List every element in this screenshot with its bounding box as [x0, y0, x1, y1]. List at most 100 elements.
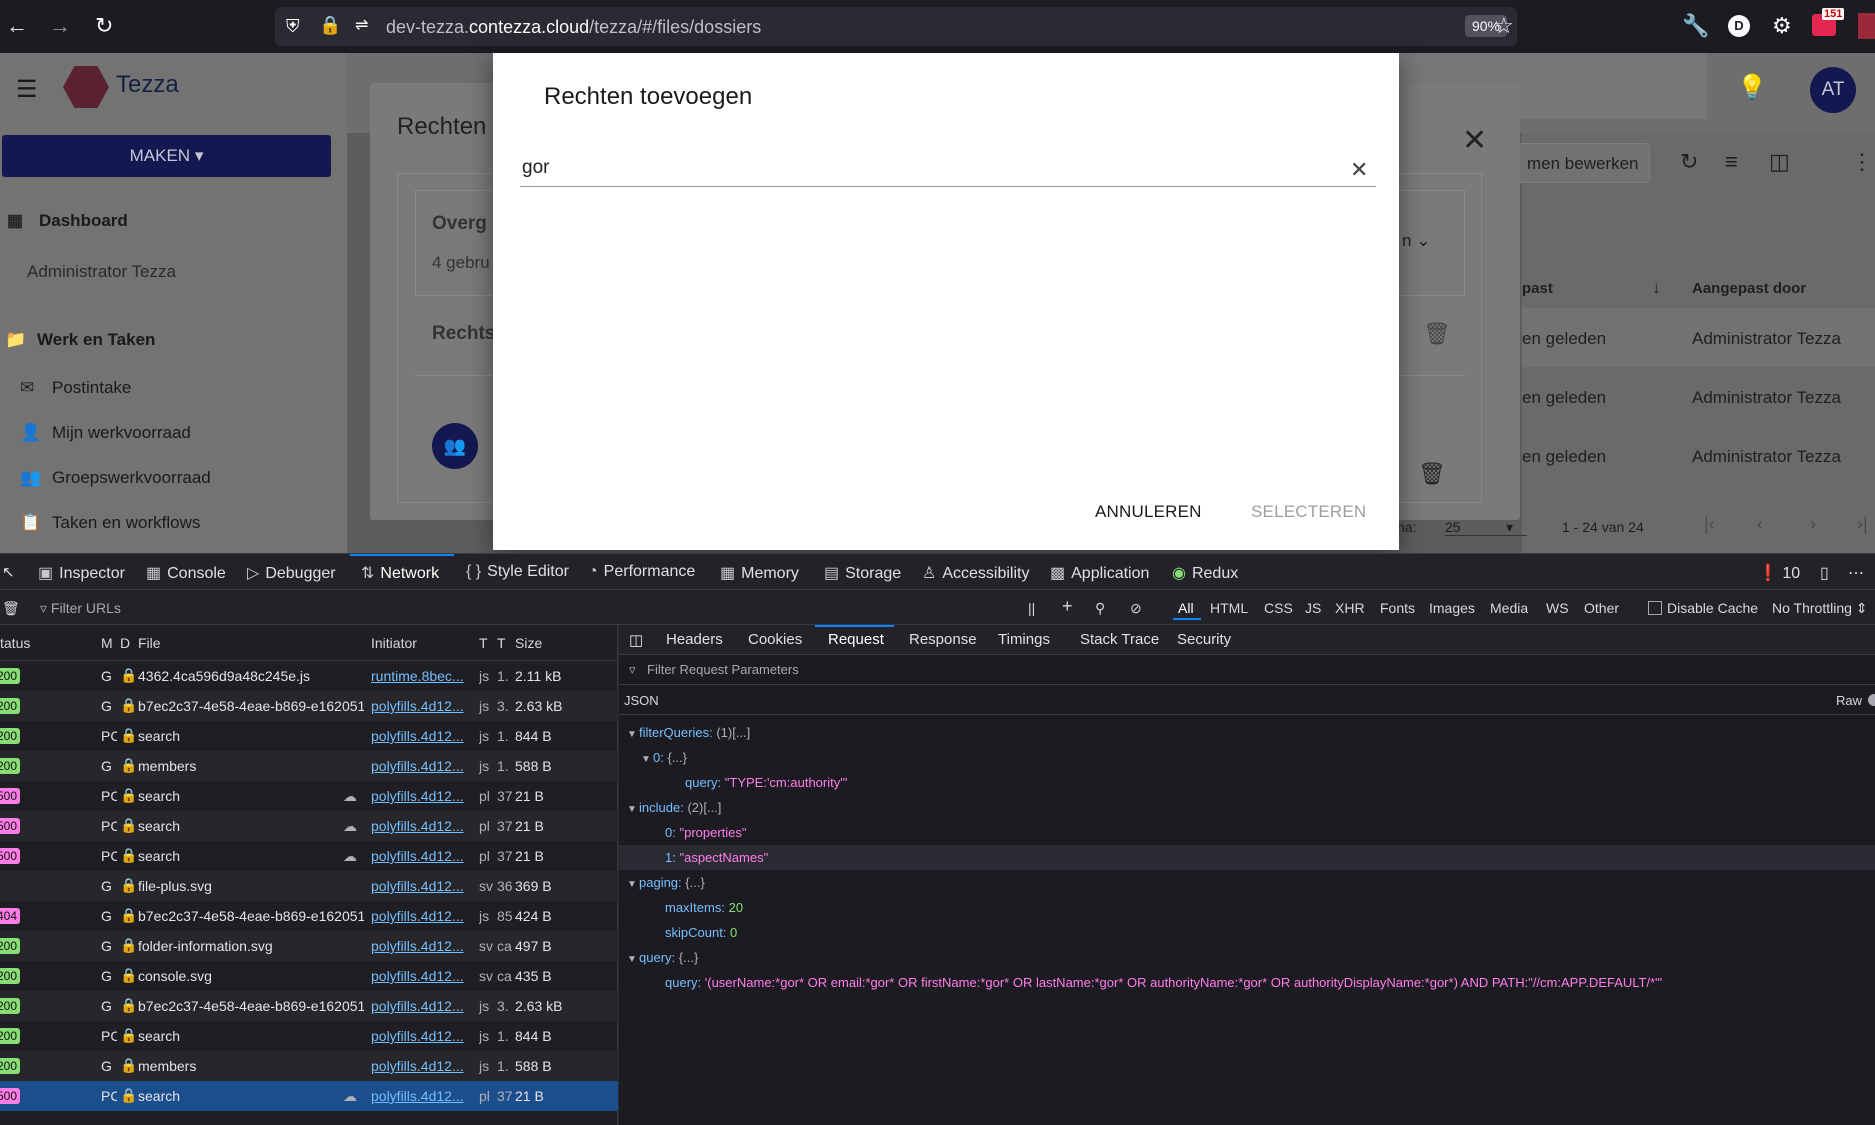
tab-stack-trace[interactable]: Stack Trace [1080, 631, 1159, 648]
next-page-icon[interactable]: › [1810, 514, 1816, 535]
tab-memory[interactable]: ▦ Memory [720, 563, 799, 583]
first-page-icon[interactable]: |‹ [1704, 514, 1715, 535]
filter-xhr[interactable]: XHR [1335, 600, 1365, 616]
raw-switch-icon[interactable] [1868, 694, 1875, 706]
sort-arrow-icon[interactable]: ↓ [1652, 278, 1661, 298]
col-status[interactable]: tatus [0, 635, 30, 651]
request-initiator[interactable]: polyfills.4d12... [371, 968, 471, 984]
delete-icon[interactable]: 🗑 [1423, 321, 1451, 347]
col-domain[interactable]: D [120, 635, 130, 651]
request-initiator[interactable]: polyfills.4d12... [371, 998, 471, 1014]
pick-element-icon[interactable]: ↖ [2, 563, 15, 581]
request-initiator[interactable]: polyfills.4d12... [371, 938, 471, 954]
back-icon[interactable]: ← [6, 13, 28, 39]
request-initiator[interactable]: runtime.8bec... [371, 668, 471, 684]
disable-cache-checkbox[interactable]: Disable Cache [1648, 600, 1758, 616]
json-fq0[interactable]: ▼ 0: {...} [641, 750, 687, 765]
page-size-select[interactable]: 25 ▾ [1445, 519, 1527, 536]
tab-accessibility[interactable]: ♙ Accessibility [922, 563, 1029, 583]
raw-toggle[interactable]: Raw [1836, 693, 1862, 708]
json-paging[interactable]: ▼ paging: {...} [627, 875, 705, 890]
sidebar-user[interactable]: Administrator Tezza [27, 262, 176, 282]
profile-icon[interactable]: D [1728, 15, 1750, 37]
sidebar-item-mijn-werkvoorraad[interactable]: 👤 Mijn werkvoorraad [20, 423, 191, 443]
prev-page-icon[interactable]: ‹ [1757, 514, 1763, 535]
sidebar-item-postintake[interactable]: ✉ Postintake [20, 378, 131, 398]
tab-storage[interactable]: ▤ Storage [824, 563, 901, 583]
pause-icon[interactable]: || [1028, 600, 1035, 616]
tab-response[interactable]: Response [909, 631, 977, 648]
table-row[interactable]: 200 PC 🔒 search polyfills.4d12... js 1. 844 B [0, 1021, 618, 1051]
extension-icon[interactable] [1858, 13, 1875, 39]
request-initiator[interactable]: polyfills.4d12... [371, 878, 471, 894]
col-initiator[interactable]: Initiator [371, 635, 417, 651]
more-vert-icon[interactable]: ⋮ [1851, 149, 1873, 175]
table-row[interactable]: G 🔒 file-plus.svg polyfills.4d12... sv 36 369 … [0, 871, 618, 901]
json-query[interactable]: ▼ query: {...} [627, 950, 698, 965]
sidebar-item-dashboard[interactable]: ▦ Dashboard [7, 211, 128, 231]
clear-requests-icon[interactable]: 🗑 [2, 600, 20, 617]
request-initiator[interactable]: polyfills.4d12... [371, 1058, 471, 1074]
block-icon[interactable]: ⊘ [1130, 600, 1142, 617]
table-row[interactable]: 200 G 🔒 4362.4ca596d9a48c245e.js runtime.8be… [0, 661, 618, 691]
request-initiator[interactable]: polyfills.4d12... [371, 1028, 471, 1044]
refresh-icon[interactable]: ↻ [1680, 149, 1698, 175]
request-initiator[interactable]: polyfills.4d12... [371, 1088, 471, 1104]
table-row[interactable]: 500 PC 🔒 search ☁ polyfills.4d12... pl 37 21 B [0, 781, 618, 811]
tab-debugger[interactable]: ▷ Debugger [247, 563, 336, 583]
edit-columns-button[interactable]: men bewerken [1517, 143, 1650, 183]
sidebar-item-taken[interactable]: 📋 Taken en workflows [20, 513, 200, 533]
filter-other[interactable]: Other [1584, 600, 1619, 616]
tab-timings[interactable]: Timings [998, 631, 1050, 648]
json-filterqueries[interactable]: ▼ filterQueries: (1)[...] [627, 725, 750, 740]
filter-css[interactable]: CSS [1264, 600, 1293, 616]
table-row[interactable]: 200 G 🔒 members polyfills.4d12... js 1. 588 B [0, 751, 618, 781]
col-method[interactable]: M [101, 635, 113, 651]
table-row[interactable]: 200 G 🔒 folder-information.svg polyfills.4d1… [0, 931, 618, 961]
shield-icon[interactable]: ⛨ [286, 16, 300, 37]
filter-fonts[interactable]: Fonts [1380, 600, 1415, 616]
tab-network[interactable]: ⇅ Network [361, 563, 439, 583]
filter-ws[interactable]: WS [1546, 600, 1569, 616]
search-icon[interactable]: ⚲ [1095, 600, 1105, 617]
tab-console[interactable]: ▦ Console [146, 563, 226, 583]
devtools-menu-icon[interactable]: ⋯ [1848, 563, 1864, 583]
tab-style-editor[interactable]: { } Style Editor [466, 563, 569, 581]
col-type[interactable]: T [479, 635, 488, 651]
request-initiator[interactable]: polyfills.4d12... [371, 908, 471, 924]
toggle-sidebar-icon[interactable]: ◫ [629, 631, 643, 649]
extensions-icon[interactable]: ⚙ [1772, 13, 1792, 39]
dropdown-tail[interactable]: n ⌄ [1402, 231, 1430, 251]
col-transferred[interactable]: T [497, 635, 506, 651]
table-row[interactable]: 500 PC 🔒 search ☁ polyfills.4d12... pl 37 21 B [0, 1081, 618, 1111]
request-initiator[interactable]: polyfills.4d12... [371, 818, 471, 834]
close-icon[interactable]: ✕ [1462, 123, 1487, 158]
menu-icon[interactable]: ☰ [16, 75, 38, 104]
filter-images[interactable]: Images [1429, 600, 1475, 616]
avatar[interactable]: AT [1810, 67, 1856, 113]
tab-redux[interactable]: ◉ Redux [1172, 563, 1238, 583]
col-modified-by[interactable]: Aangepast door [1692, 280, 1806, 297]
lock-icon[interactable]: 🔒 [319, 15, 341, 36]
request-initiator[interactable]: polyfills.4d12... [371, 728, 471, 744]
filter-params-bar[interactable]: ▿ Filter Request Parameters [619, 655, 1875, 685]
create-button[interactable]: MAKEN ▾ [2, 135, 331, 177]
cancel-button[interactable]: ANNULEREN [1095, 502, 1202, 522]
filter-icon[interactable]: ≡ [1725, 149, 1738, 175]
table-row[interactable]: 200 PC 🔒 search polyfills.4d12... js 1. 844 B [0, 721, 618, 751]
clear-search-icon[interactable]: ✕ [1350, 159, 1368, 181]
table-row[interactable]: 200 G 🔒 members polyfills.4d12... js 1. 588 B [0, 1051, 618, 1081]
tab-application[interactable]: ▩ Application [1050, 563, 1149, 583]
sidebar-section-work[interactable]: 📁 Werk en Taken [5, 330, 155, 350]
tab-cookies[interactable]: Cookies [748, 631, 802, 648]
col-size[interactable]: Size [515, 635, 542, 651]
wrench-icon[interactable]: 🔧 [1682, 13, 1709, 39]
filter-media[interactable]: Media [1490, 600, 1528, 616]
table-row[interactable]: 200 G 🔒 console.svg polyfills.4d12... sv ca 435… [0, 961, 618, 991]
col-file[interactable]: File [138, 635, 161, 651]
table-row[interactable]: 500 PC 🔒 search ☁ polyfills.4d12... pl 37 21 B [0, 811, 618, 841]
forward-icon[interactable]: → [49, 13, 71, 39]
responsive-mode-icon[interactable]: ▯ [1820, 563, 1829, 583]
tab-performance[interactable]: ◔ Performance [588, 563, 695, 581]
request-initiator[interactable]: polyfills.4d12... [371, 848, 471, 864]
